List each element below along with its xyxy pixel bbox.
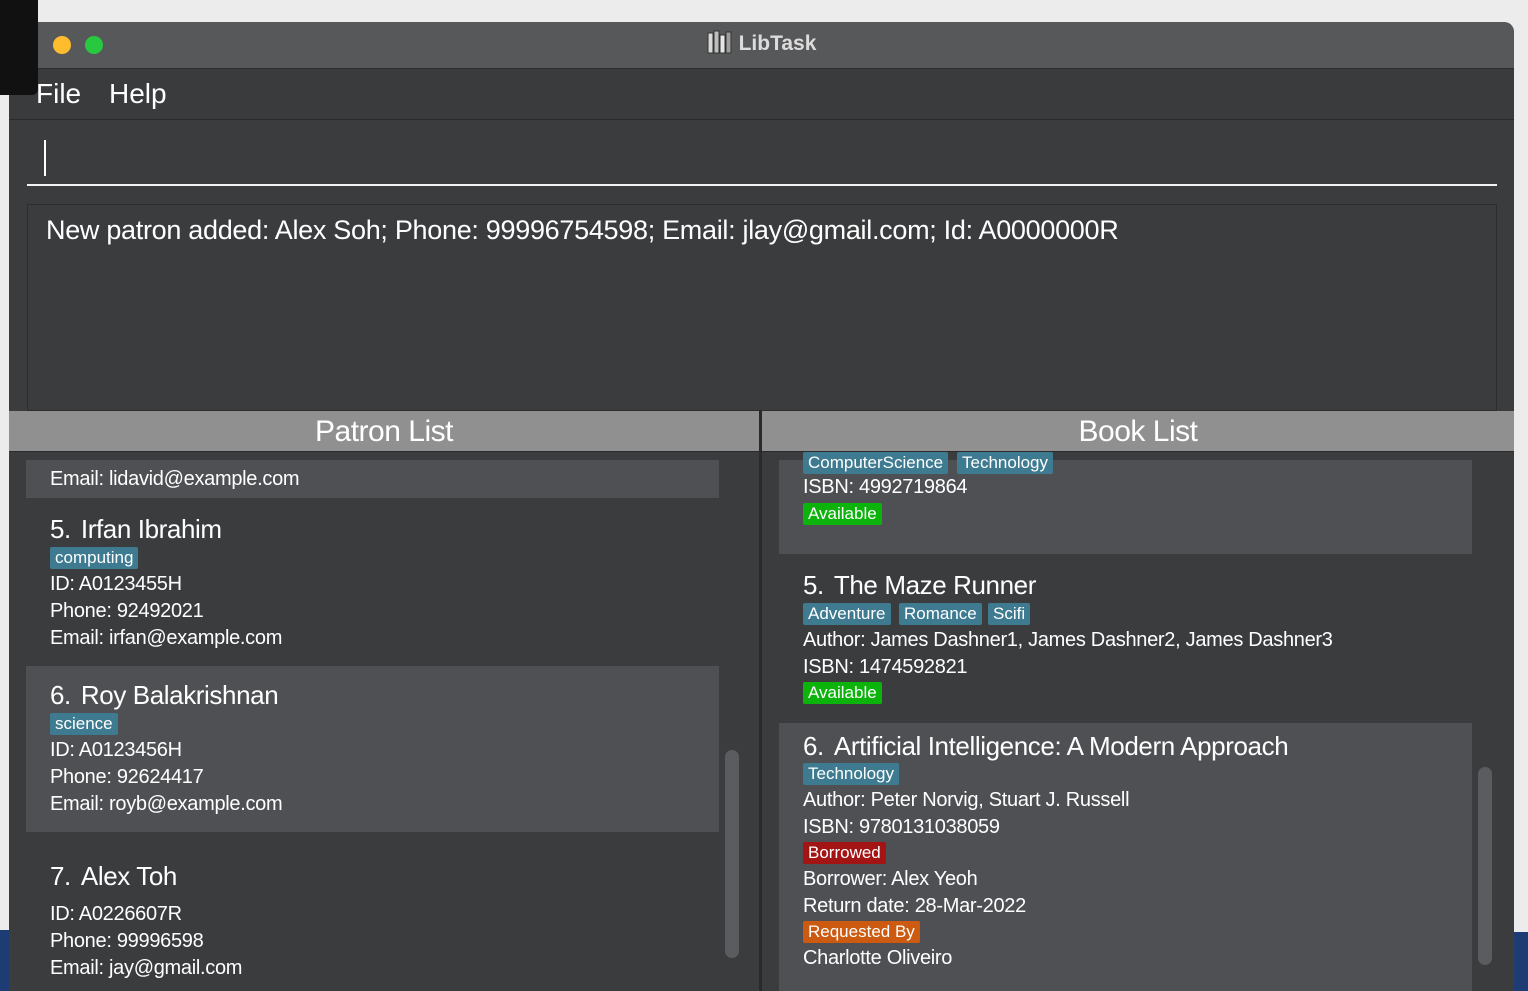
app-window: LibTask File Help New patron added: Alex…: [9, 22, 1514, 991]
patron-email: Email: jay@gmail.com: [50, 957, 243, 979]
patron-phone: Phone: 99996598: [50, 930, 204, 952]
book-list-scrollbar[interactable]: [1478, 767, 1492, 965]
book-tag: Adventure: [803, 603, 891, 625]
book-title: 6. Artificial Intelligence: A Modern Appr…: [803, 731, 1289, 762]
book-status-badge: Borrowed: [803, 842, 886, 864]
book-author: Author: James Dashner1, James Dashner2, …: [803, 629, 1333, 651]
book-tag: Romance: [899, 603, 982, 625]
window-title: LibTask: [738, 32, 817, 55]
book-list-header: Book List: [762, 411, 1514, 452]
desktop-background: [1514, 932, 1528, 991]
patron-index: 5.: [50, 514, 71, 544]
book-index: 6.: [803, 731, 824, 761]
patron-name-text: Roy Balakrishnan: [80, 680, 279, 710]
patron-card[interactable]: Email: lidavid@example.com: [26, 460, 719, 498]
patron-index: 7.: [50, 861, 71, 891]
patron-name-text: Alex Toh: [80, 861, 177, 891]
book-requested-badge: Requested By: [803, 921, 920, 943]
book-title-text: The Maze Runner: [833, 570, 1037, 600]
book-status-badge: Available: [803, 682, 882, 704]
book-card[interactable]: 5. The Maze Runner Adventure Romance Scif…: [779, 556, 1472, 721]
book-isbn: ISBN: 4992719864: [803, 476, 968, 498]
menu-bar: File Help: [9, 69, 1514, 120]
patron-name: 7. Alex Toh: [50, 861, 177, 892]
command-input[interactable]: [27, 132, 1495, 184]
menu-file[interactable]: File: [36, 78, 81, 110]
books-app-icon: [707, 30, 732, 54]
patron-id: ID: A0123456H: [50, 739, 182, 761]
patron-id: ID: A0123455H: [50, 573, 182, 595]
patron-list[interactable]: Email: lidavid@example.com 5. Irfan Ibrah…: [9, 452, 759, 991]
book-tag: Technology: [803, 763, 900, 785]
patron-index: 6.: [50, 680, 71, 710]
command-box: [27, 132, 1497, 186]
patron-card[interactable]: 6. Roy Balakrishnan science ID: A0123456H…: [26, 666, 719, 832]
book-requested-by: Charlotte Oliveiro: [803, 947, 953, 969]
book-tag: Technology: [957, 452, 1054, 474]
book-status-badge: Available: [803, 503, 882, 525]
menu-help[interactable]: Help: [109, 78, 167, 110]
patron-card[interactable]: 7. Alex Toh ID: A0226607R Phone: 99996598…: [26, 833, 719, 991]
patron-email: Email: irfan@example.com: [50, 627, 283, 649]
patron-name: 5. Irfan Ibrahim: [50, 514, 222, 545]
patron-id: ID: A0226607R: [50, 903, 182, 925]
window-title-area: LibTask: [9, 30, 1514, 56]
result-message: New patron added: Alex Soh; Phone: 99996…: [46, 215, 1119, 245]
book-borrower: Borrower: Alex Yeoh: [803, 868, 978, 890]
book-list[interactable]: ComputerScience Technology ISBN: 4992719…: [762, 452, 1514, 991]
patron-tag: science: [50, 713, 118, 735]
book-tag: Scifi: [988, 603, 1031, 625]
book-isbn: ISBN: 1474592821: [803, 656, 968, 678]
title-bar: LibTask: [9, 22, 1514, 69]
text-caret: [44, 140, 46, 176]
patron-name: 6. Roy Balakrishnan: [50, 680, 279, 711]
patron-card[interactable]: 5. Irfan Ibrahim computing ID: A0123455H …: [26, 500, 719, 665]
patron-name-text: Irfan Ibrahim: [80, 514, 222, 544]
book-card[interactable]: ComputerScience Technology ISBN: 4992719…: [779, 452, 1472, 554]
book-title-text: Artificial Intelligence: A Modern Approa…: [833, 731, 1289, 761]
patron-list-header: Patron List: [9, 411, 759, 452]
book-return-date: Return date: 28-Mar-2022: [803, 895, 1026, 917]
patron-phone: Phone: 92492021: [50, 600, 204, 622]
book-author: Author: Peter Norvig, Stuart J. Russell: [803, 789, 1130, 811]
patron-email: Email: royb@example.com: [50, 793, 283, 815]
desktop-background: [0, 0, 38, 95]
patron-list-scrollbar[interactable]: [725, 750, 739, 958]
patron-email: Email: lidavid@example.com: [50, 468, 300, 490]
book-card[interactable]: 6. Artificial Intelligence: A Modern Appr…: [779, 723, 1472, 991]
book-isbn: ISBN: 9780131038059: [803, 816, 1000, 838]
patron-phone: Phone: 92624417: [50, 766, 204, 788]
book-tag: ComputerScience: [803, 452, 949, 474]
patron-tag: computing: [50, 547, 139, 569]
result-display: New patron added: Alex Soh; Phone: 99996…: [27, 204, 1497, 411]
book-title: 5. The Maze Runner: [803, 570, 1036, 601]
book-index: 5.: [803, 570, 824, 600]
